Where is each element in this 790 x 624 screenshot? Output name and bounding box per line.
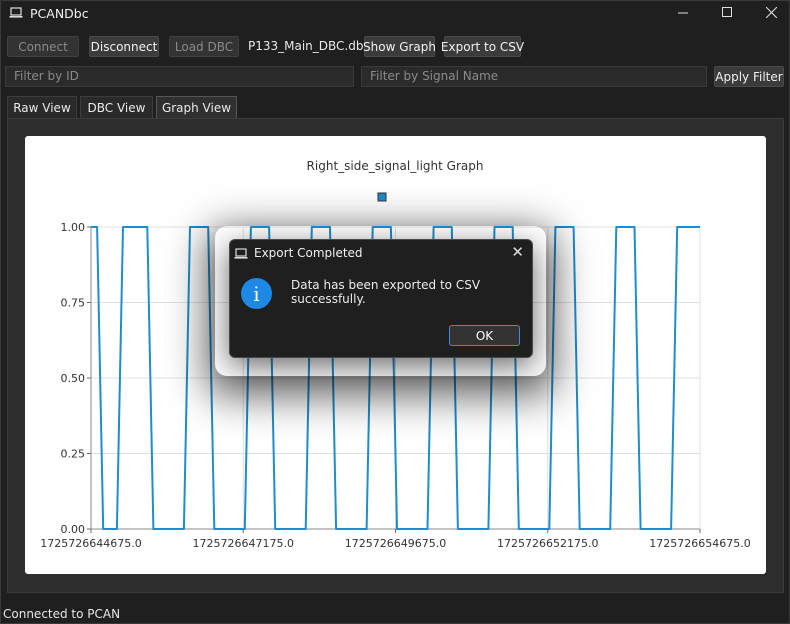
- tab-raw-view[interactable]: Raw View: [7, 96, 77, 118]
- laptop-icon: [234, 248, 248, 259]
- disconnect-button[interactable]: Disconnect: [89, 36, 159, 57]
- connect-button[interactable]: Connect: [7, 36, 79, 57]
- dialog-message: Data has been exported to CSV successful…: [291, 278, 481, 306]
- dbc-filename: P133_Main_DBC.dbc: [248, 39, 371, 53]
- info-icon: i: [241, 278, 272, 309]
- close-button[interactable]: [748, 1, 790, 23]
- filter-id-input[interactable]: Filter by ID: [5, 66, 354, 87]
- y-tick-label: 0.00: [61, 523, 86, 536]
- x-tick-label: 1725726652175.0: [497, 537, 598, 550]
- y-tick-label: 0.50: [61, 372, 86, 385]
- maximize-icon: [722, 7, 732, 17]
- y-tick-label: 0.25: [61, 448, 86, 461]
- export-dialog: Export Completed ✕ i Data has been expor…: [229, 239, 533, 358]
- y-axis: 0.00 0.25 0.50 0.75 1.00: [61, 221, 92, 536]
- x-tick-label: 1725726654675.0: [649, 537, 750, 550]
- tab-dbc-view[interactable]: DBC View: [80, 96, 153, 118]
- filter-signal-input[interactable]: Filter by Signal Name: [361, 66, 707, 87]
- x-tick-label: 1725726649675.0: [345, 537, 446, 550]
- window-title: PCANDbc: [30, 6, 89, 21]
- x-tick-label: 1725726647175.0: [193, 537, 294, 550]
- chart-title: Right_side_signal_light Graph: [307, 159, 484, 173]
- show-graph-button[interactable]: Show Graph: [363, 36, 436, 57]
- load-dbc-button[interactable]: Load DBC: [169, 36, 239, 57]
- laptop-icon: [9, 7, 23, 18]
- apply-filter-button[interactable]: Apply Filter: [714, 66, 784, 87]
- main-window: PCANDbc Connect Disconnect Load DBC P133…: [0, 0, 790, 624]
- status-bar: Connected to PCAN: [3, 607, 121, 621]
- x-axis: 1725726644675.0 1725726647175.0 1725726649…: [40, 528, 751, 550]
- dialog-title: Export Completed: [254, 246, 363, 260]
- dialog-close-icon[interactable]: ✕: [511, 243, 524, 261]
- ok-button[interactable]: OK: [449, 325, 520, 346]
- title-bar: PCANDbc: [1, 1, 790, 27]
- close-icon: [765, 6, 777, 18]
- maximize-button[interactable]: [704, 1, 750, 23]
- y-tick-label: 0.75: [61, 297, 86, 310]
- minimize-button[interactable]: [660, 1, 706, 23]
- export-csv-button[interactable]: Export to CSV: [441, 36, 524, 57]
- y-tick-label: 1.00: [61, 221, 86, 234]
- tab-graph-view[interactable]: Graph View: [156, 96, 237, 118]
- minimize-icon: [678, 12, 688, 14]
- legend-marker: [377, 192, 387, 202]
- x-tick-label: 1725726644675.0: [40, 537, 141, 550]
